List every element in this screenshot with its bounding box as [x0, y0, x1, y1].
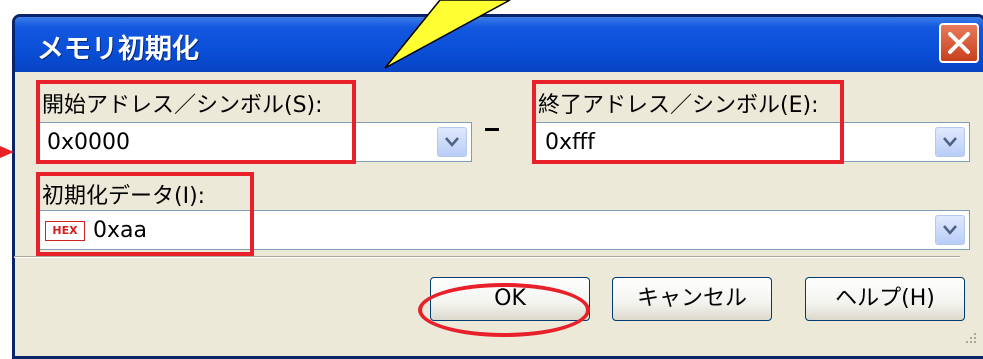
chevron-down-icon [943, 137, 957, 147]
close-icon [948, 32, 970, 54]
start-address-combobox[interactable]: 0x0000 [36, 122, 472, 162]
hex-icon: HEX [45, 221, 85, 241]
cancel-button[interactable]: キャンセル [612, 277, 772, 321]
chevron-down-icon [445, 137, 459, 147]
init-data-label: 初期化データ(I): [42, 184, 206, 209]
end-address-dropdown-button[interactable] [935, 127, 965, 157]
help-button[interactable]: ヘルプ(H) [805, 277, 965, 321]
end-address-value: 0xfff [545, 130, 595, 155]
chevron-down-icon [943, 225, 957, 235]
dialog-title: メモリ初期化 [37, 34, 199, 65]
title-bar[interactable]: メモリ初期化 [15, 17, 983, 72]
range-separator [485, 128, 499, 131]
init-data-value: 0xaa [93, 218, 147, 243]
start-address-value: 0x0000 [47, 130, 131, 155]
init-data-combobox[interactable]: HEX 0xaa [36, 210, 970, 250]
init-data-dropdown-button[interactable] [935, 215, 965, 245]
close-button[interactable] [939, 23, 979, 63]
resize-grip-icon[interactable] [961, 330, 979, 348]
ok-button[interactable]: OK [430, 277, 590, 321]
divider [14, 256, 960, 258]
start-address-label: 開始アドレス／シンボル(S): [42, 93, 323, 118]
start-address-dropdown-button[interactable] [437, 127, 467, 157]
end-address-label: 終了アドレス／シンボル(E): [538, 93, 819, 118]
end-address-combobox[interactable]: 0xfff [534, 122, 970, 162]
